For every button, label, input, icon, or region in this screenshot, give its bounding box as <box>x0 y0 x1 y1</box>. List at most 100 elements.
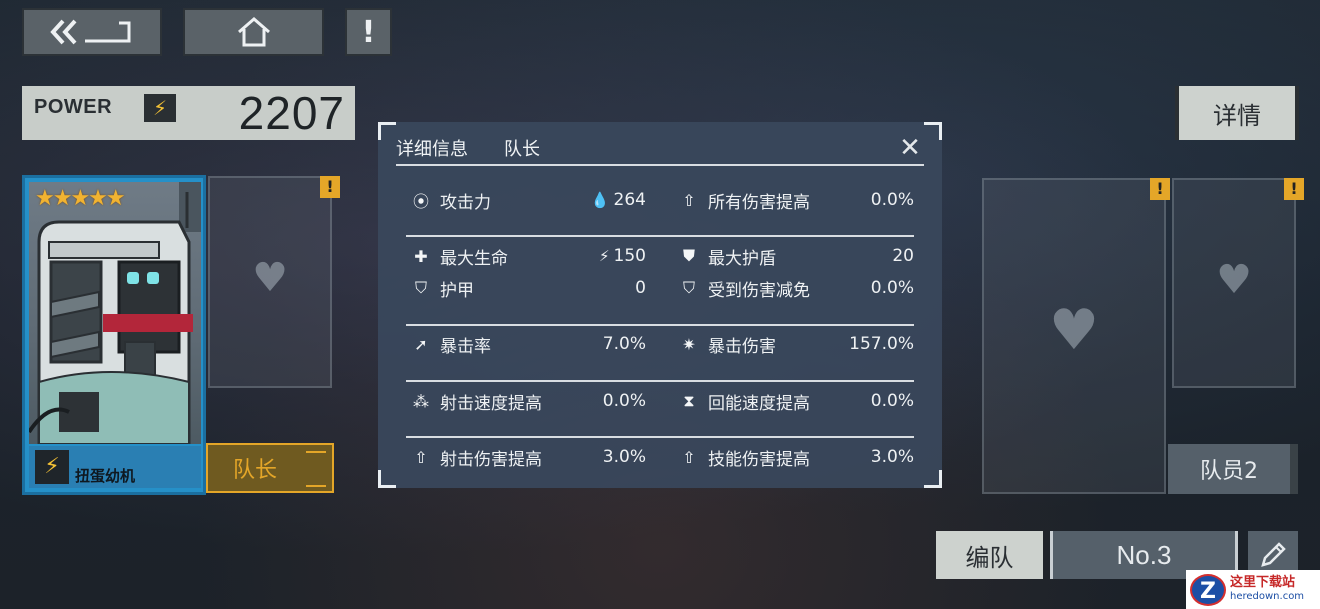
damage-up-icon: ⇧ <box>682 447 696 467</box>
stat-value: 0.0% <box>602 391 646 411</box>
stat-label: 技能伤害提高 <box>708 449 810 470</box>
stat-label: 暴击率 <box>440 336 491 357</box>
member2-label: 队员2 <box>1200 459 1258 484</box>
back-button[interactable] <box>22 8 162 56</box>
card-icon: ♥ <box>1048 297 1100 363</box>
card-icon: ♥ <box>252 255 288 301</box>
warning-badge: ! <box>1284 178 1304 200</box>
stat-attack: ⦿ 攻击力 💧 264 <box>410 187 646 213</box>
stat-crit-rate: ➚ 暴击率 7.0% <box>410 331 646 357</box>
detail-button-label: 详情 <box>1213 101 1261 130</box>
fire-speed-icon: ⁂ <box>413 391 429 411</box>
role-bracket <box>306 451 326 487</box>
stat-label: 回能速度提高 <box>708 393 810 414</box>
double-chevron-back-icon <box>50 19 131 45</box>
stat-damage-reduction: ⛉ 受到伤害减免 0.0% <box>678 275 914 301</box>
close-icon[interactable]: ✕ <box>896 134 924 162</box>
stat-value: 0.0% <box>870 278 914 298</box>
leader-name: 扭蛋幼机 <box>75 467 136 485</box>
leader-name-bar: ⚡ 扭蛋幼机 <box>29 446 201 488</box>
stat-fire-speed: ⁂ 射击速度提高 0.0% <box>410 388 646 414</box>
warning-badge: ! <box>1150 178 1170 200</box>
stat-value: 3.0% <box>602 447 646 467</box>
modal-subtitle: 队长 <box>504 139 540 160</box>
stat-value: 157.0% <box>849 334 914 354</box>
stat-energy-speed: ⧗ 回能速度提高 0.0% <box>678 388 914 414</box>
stat-label: 受到伤害减免 <box>708 280 810 301</box>
droplet-icon: 💧 <box>590 191 610 209</box>
energy-speed-icon: ⧗ <box>683 391 695 410</box>
corner-bracket <box>924 470 942 488</box>
pencil-icon <box>1261 542 1286 567</box>
damage-reduction-icon: ⛉ <box>682 278 695 297</box>
exclamation-icon: ! <box>361 14 376 50</box>
stat-value: 264 <box>613 190 646 210</box>
stat-armor: ⛉ 护甲 0 <box>410 275 646 301</box>
warning-badge: ! <box>320 176 340 198</box>
home-icon <box>237 17 270 47</box>
stat-max-shield: ⛊ 最大护盾 20 <box>678 243 914 269</box>
divider <box>406 235 914 237</box>
damage-up-icon: ⇧ <box>682 190 696 210</box>
stat-value: 150 <box>613 246 646 266</box>
crit-rate-icon: ➚ <box>414 334 428 354</box>
heart-plus-icon: ✚ <box>414 246 428 266</box>
power-bar: POWER ⚡ 2207 <box>22 86 355 140</box>
shield-icon: ⛊ <box>682 246 695 265</box>
team-button-label: 编队 <box>965 543 1014 572</box>
armor-icon: ⛉ <box>414 278 427 297</box>
stat-value: 0 <box>635 278 646 298</box>
stat-all-damage: ⇧ 所有伤害提高 0.0% <box>678 187 914 213</box>
leader-role-button[interactable]: 队长 <box>206 443 334 493</box>
watermark: Z 这里下载站 heredown.com <box>1186 570 1320 609</box>
watermark-en: heredown.com <box>1230 590 1305 602</box>
stat-crit-damage: ✷ 暴击伤害 157.0% <box>678 331 914 357</box>
watermark-cn: 这里下载站 <box>1230 574 1296 590</box>
bolt-icon: ⚡ <box>599 247 610 265</box>
empty-card-slot[interactable]: ♥ <box>1172 178 1296 388</box>
bolt-icon: ⚡ <box>35 450 69 484</box>
power-value: 2207 <box>238 87 345 139</box>
stat-max-hp: ✚ 最大生命 ⚡ 150 <box>410 243 646 269</box>
modal-title: 详细信息 <box>396 139 468 160</box>
detail-info-modal: 详细信息 队长 ✕ ⦿ 攻击力 💧 264 ⇧ 所有伤害提高 0.0% ✚ 最大生… <box>378 122 942 488</box>
stat-value: 3.0% <box>870 447 914 467</box>
crit-damage-icon: ✷ <box>682 334 696 354</box>
stat-label: 射击速度提高 <box>440 393 542 414</box>
stat-label: 暴击伤害 <box>708 336 776 357</box>
corner-bracket <box>378 470 396 488</box>
divider <box>406 380 914 382</box>
stat-shot-damage: ⇧ 射击伤害提高 3.0% <box>410 444 646 470</box>
detail-button[interactable]: 详情 <box>1175 86 1299 140</box>
stat-label: 所有伤害提高 <box>708 192 810 213</box>
member2-role-button[interactable]: 队员2 <box>1168 444 1298 494</box>
damage-up-icon: ⇧ <box>414 447 428 467</box>
modal-header: 详细信息 队长 ✕ <box>396 132 924 166</box>
stat-label: 最大护盾 <box>708 248 776 269</box>
watermark-logo: Z <box>1190 573 1226 606</box>
alert-button[interactable]: ! <box>345 8 392 56</box>
divider <box>406 324 914 326</box>
power-label: POWER <box>22 94 122 120</box>
corner-bracket <box>924 122 942 140</box>
stat-label: 最大生命 <box>440 248 508 269</box>
leader-role-label: 队长 <box>232 458 277 483</box>
attack-icon: ⦿ <box>412 192 429 211</box>
stat-label: 攻击力 <box>440 192 491 213</box>
empty-card-slot[interactable]: ♥ <box>208 176 332 388</box>
team-button[interactable]: 编队 <box>936 531 1043 579</box>
bolt-icon: ⚡ <box>144 94 176 122</box>
empty-card-slot[interactable]: ♥ <box>982 178 1166 494</box>
home-button[interactable] <box>183 8 324 56</box>
team-number: No.3 <box>1116 539 1172 570</box>
character-portrait: ★★★★★ <box>29 182 201 444</box>
stat-label: 护甲 <box>440 280 474 301</box>
star-rating: ★★★★★ <box>35 186 126 211</box>
stat-value: 7.0% <box>602 334 646 354</box>
leader-card[interactable]: ★★★★★ ⚡ 扭蛋幼机 <box>22 175 206 495</box>
stat-label: 射击伤害提高 <box>440 449 542 470</box>
stat-value: 0.0% <box>870 391 914 411</box>
corner-bracket <box>378 122 396 140</box>
card-icon: ♥ <box>1216 257 1252 303</box>
stat-value: 0.0% <box>870 190 914 210</box>
